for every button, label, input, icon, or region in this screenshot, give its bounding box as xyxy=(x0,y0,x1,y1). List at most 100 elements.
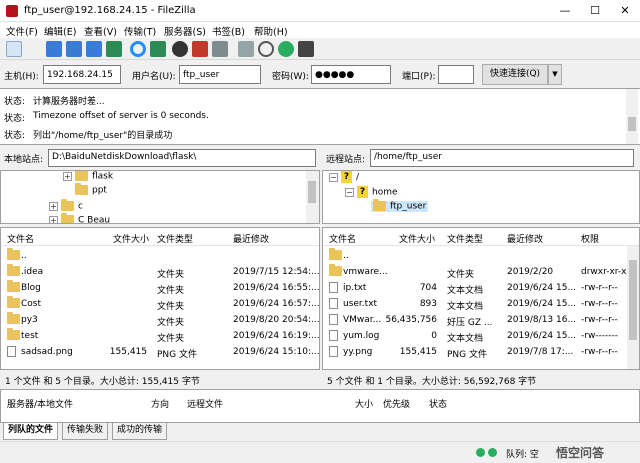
menu-view[interactable]: 查看(V) xyxy=(84,24,117,38)
file-icon xyxy=(329,298,338,309)
column-permissions[interactable]: 权限 xyxy=(581,232,599,245)
site-manager-icon[interactable] xyxy=(6,41,22,57)
quickconnect-dropdown-icon[interactable]: ▼ xyxy=(548,64,562,85)
column-modified[interactable]: 最近修改 xyxy=(233,232,269,245)
search-icon[interactable] xyxy=(258,41,274,57)
column-filetype[interactable]: 文件类型 xyxy=(157,232,193,245)
local-file-row[interactable]: .. xyxy=(1,248,319,264)
log-scrollbar-thumb[interactable] xyxy=(628,117,636,131)
menu-edit[interactable]: 编辑(E) xyxy=(44,24,76,38)
expand-icon[interactable]: + xyxy=(63,171,72,181)
menu-file[interactable]: 文件(F) xyxy=(6,24,38,38)
tab-failed-transfers[interactable]: 传输失败 xyxy=(62,423,109,440)
local-site-label: 本地站点: xyxy=(4,155,44,165)
local-file-row[interactable]: test 文件夹 2019/6/24 16:19:... xyxy=(1,328,319,344)
port-input[interactable] xyxy=(438,65,474,84)
column-filesize[interactable]: 文件大小 xyxy=(113,232,149,245)
expand-icon[interactable]: + xyxy=(49,215,58,223)
file-name: .. xyxy=(21,251,27,261)
queue-column-status[interactable]: 状态 xyxy=(429,397,447,410)
remote-file-list-header: 文件名 文件大小 文件类型 最近修改 权限 xyxy=(323,228,639,246)
process-queue-icon[interactable] xyxy=(150,41,166,57)
menu-help[interactable]: 帮助(H) xyxy=(254,24,288,38)
log-text: 列出"/home/ftp_user"的目录成功 xyxy=(33,131,173,141)
toggle-local-tree-icon[interactable] xyxy=(66,41,82,57)
queue-column-direction[interactable]: 方向 xyxy=(151,397,169,410)
remote-file-row[interactable]: ip.txt 704 文本文档 2019/6/24 15... -rw-r--r-- xyxy=(323,280,639,296)
file-type: PNG 文件 xyxy=(157,350,197,360)
username-input[interactable] xyxy=(179,65,261,84)
toggle-remote-tree-icon[interactable] xyxy=(86,41,102,57)
collapse-icon[interactable]: − xyxy=(329,172,338,182)
minimize-button[interactable]: — xyxy=(550,0,580,22)
refresh-icon[interactable] xyxy=(130,41,146,57)
local-file-row[interactable]: py3 文件夹 2019/8/20 20:54:... xyxy=(1,312,319,328)
local-tree-item[interactable]: + flask xyxy=(63,171,113,182)
remote-file-row[interactable]: user.txt 893 文本文档 2019/6/24 15... -rw-r--r-- xyxy=(323,296,639,312)
remote-file-row[interactable]: vmware... 文件夹 2019/2/20 drwxr-xr-x xyxy=(323,264,639,280)
remote-list-scrollbar-thumb[interactable] xyxy=(629,260,637,340)
binoculars-icon[interactable] xyxy=(298,41,314,57)
host-input[interactable] xyxy=(43,65,121,84)
menu-transfer[interactable]: 传输(T) xyxy=(124,24,156,38)
local-file-row[interactable]: Blog 文件夹 2019/6/24 16:55:... xyxy=(1,280,319,296)
remote-file-row[interactable]: .. xyxy=(323,248,639,264)
cancel-icon[interactable] xyxy=(172,41,188,57)
quickconnect-button[interactable]: 快速连接(Q) xyxy=(482,64,548,85)
column-modified[interactable]: 最近修改 xyxy=(507,232,543,245)
file-type: 文件夹 xyxy=(157,286,185,296)
local-file-row[interactable]: sadsad.png 155,415 PNG 文件 2019/6/24 15:10:.… xyxy=(1,344,319,360)
column-filename[interactable]: 文件名 xyxy=(7,232,34,245)
local-tree-scrollbar[interactable] xyxy=(306,171,319,223)
toggle-queue-icon[interactable] xyxy=(106,41,122,57)
local-status: 1 个文件 和 5 个目录。大小总计: 155,415 字节 xyxy=(0,370,320,388)
close-button[interactable]: ✕ xyxy=(610,0,640,22)
remote-file-row[interactable]: VMwar... 56,435,756 好压 GZ ... 2019/8/13 16.… xyxy=(323,312,639,328)
remote-tree-item[interactable]: −? / xyxy=(329,171,359,183)
local-status-text: 1 个文件 和 5 个目录。大小总计: 155,415 字节 xyxy=(5,377,200,387)
log-scrollbar[interactable] xyxy=(626,89,638,144)
menu-bookmarks[interactable]: 书签(B) xyxy=(212,24,245,38)
remote-file-row[interactable]: yy.png 155,415 PNG 文件 2019/7/8 17:... -rw-r-… xyxy=(323,344,639,360)
tab-queued-files[interactable]: 列队的文件 xyxy=(3,423,59,440)
port-label: 端口(P): xyxy=(402,72,436,82)
local-tree-item[interactable]: ppt xyxy=(75,183,107,196)
local-path-input[interactable]: D:\BaiduNetdiskDownload\flask\ xyxy=(48,149,316,167)
file-modified: 2019/6/24 15... xyxy=(507,283,577,293)
local-tree-scrollbar-thumb[interactable] xyxy=(308,181,316,203)
column-filetype[interactable]: 文件类型 xyxy=(447,232,483,245)
maximize-button[interactable]: ☐ xyxy=(580,0,610,22)
queue-column-size[interactable]: 大小 xyxy=(355,397,373,410)
remote-tree-item-selected[interactable]: ftp_user xyxy=(371,199,429,212)
column-filesize[interactable]: 文件大小 xyxy=(399,232,435,245)
disconnect-icon[interactable] xyxy=(192,41,208,57)
folder-icon xyxy=(7,280,20,292)
watermark: 悟空问答 xyxy=(556,446,605,460)
menu-server[interactable]: 服务器(S) xyxy=(164,24,206,38)
remote-file-row[interactable]: yum.log 0 文本文档 2019/6/24 15... -rw------- xyxy=(323,328,639,344)
toggle-log-icon[interactable] xyxy=(46,41,62,57)
tab-successful-transfers[interactable]: 成功的传输 xyxy=(112,423,168,440)
remote-list-scrollbar[interactable] xyxy=(627,246,639,369)
log-label: 状态: xyxy=(4,131,26,141)
file-name: yy.png xyxy=(343,347,373,357)
local-file-list-header: 文件名 文件大小 文件类型 最近修改 xyxy=(1,228,319,246)
remote-path-input[interactable]: /home/ftp_user xyxy=(370,149,634,167)
expand-icon[interactable]: + xyxy=(49,201,58,211)
sync-browse-icon[interactable] xyxy=(278,41,294,57)
remote-tree-item[interactable]: −? home xyxy=(345,186,398,198)
local-file-row[interactable]: .idea 文件夹 2019/7/15 12:54:... xyxy=(1,264,319,280)
local-tree-item[interactable]: + c xyxy=(49,199,83,212)
filter-icon[interactable] xyxy=(238,41,254,57)
remote-status: 5 个文件 和 1 个目录。大小总计: 56,592,768 字节 xyxy=(322,370,640,388)
password-input[interactable] xyxy=(311,65,391,84)
local-file-row[interactable]: Cost 文件夹 2019/6/24 16:57:... xyxy=(1,296,319,312)
reconnect-icon[interactable] xyxy=(212,41,228,57)
folder-icon xyxy=(329,264,342,276)
queue-column-priority[interactable]: 优先级 xyxy=(383,397,410,410)
collapse-icon[interactable]: − xyxy=(345,187,354,197)
queue-column-local-file[interactable]: 服务器/本地文件 xyxy=(7,397,73,410)
column-filename[interactable]: 文件名 xyxy=(329,232,356,245)
queue-column-remote-file[interactable]: 远程文件 xyxy=(187,397,223,410)
local-tree-item[interactable]: + C Beau xyxy=(49,213,110,223)
